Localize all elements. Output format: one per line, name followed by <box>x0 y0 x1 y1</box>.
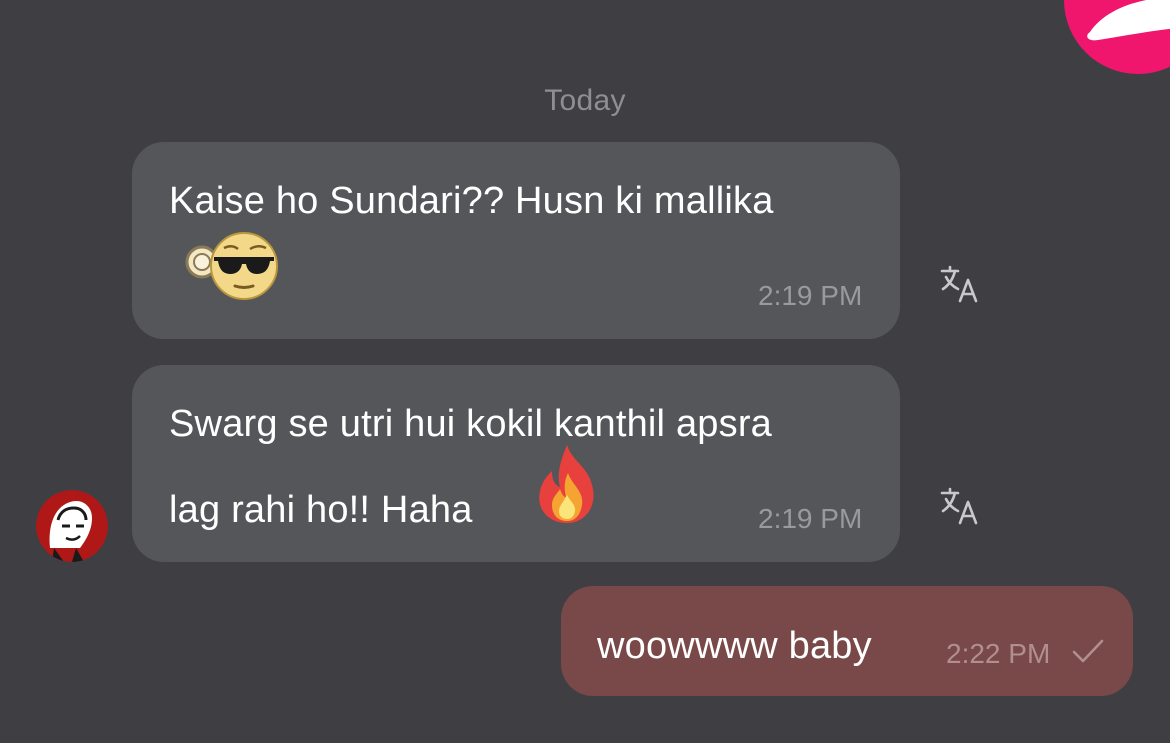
message-text-line-1: Swarg se utri hui kokil kanthil apsra <box>169 403 773 445</box>
message-timestamp: 2:22 PM <box>946 638 1051 669</box>
sunglasses-monocle-emoji-icon <box>185 232 278 300</box>
message-timestamp: 2:19 PM <box>758 503 863 534</box>
translate-icon[interactable] <box>939 263 981 305</box>
date-separator: Today <box>544 84 626 117</box>
app-logo-icon <box>1064 0 1170 74</box>
check-icon <box>1072 639 1104 663</box>
message-text-line-2: lag rahi ho!! Haha <box>169 489 473 531</box>
incoming-message-bubble[interactable]: Swarg se utri hui kokil kanthil apsra la… <box>132 365 900 562</box>
message-text: Kaise ho Sundari?? Husn ki mallika <box>169 180 774 222</box>
message-text: woowwww baby <box>597 625 872 667</box>
user-avatar[interactable] <box>36 490 108 562</box>
outgoing-message-bubble[interactable]: woowwww baby 2:22 PM <box>561 586 1133 696</box>
translate-icon[interactable] <box>939 485 981 527</box>
message-timestamp: 2:19 PM <box>758 280 863 311</box>
incoming-message-bubble[interactable]: Kaise ho Sundari?? Husn ki mallika 2:19 … <box>132 142 900 339</box>
fire-emoji-icon <box>539 445 594 523</box>
